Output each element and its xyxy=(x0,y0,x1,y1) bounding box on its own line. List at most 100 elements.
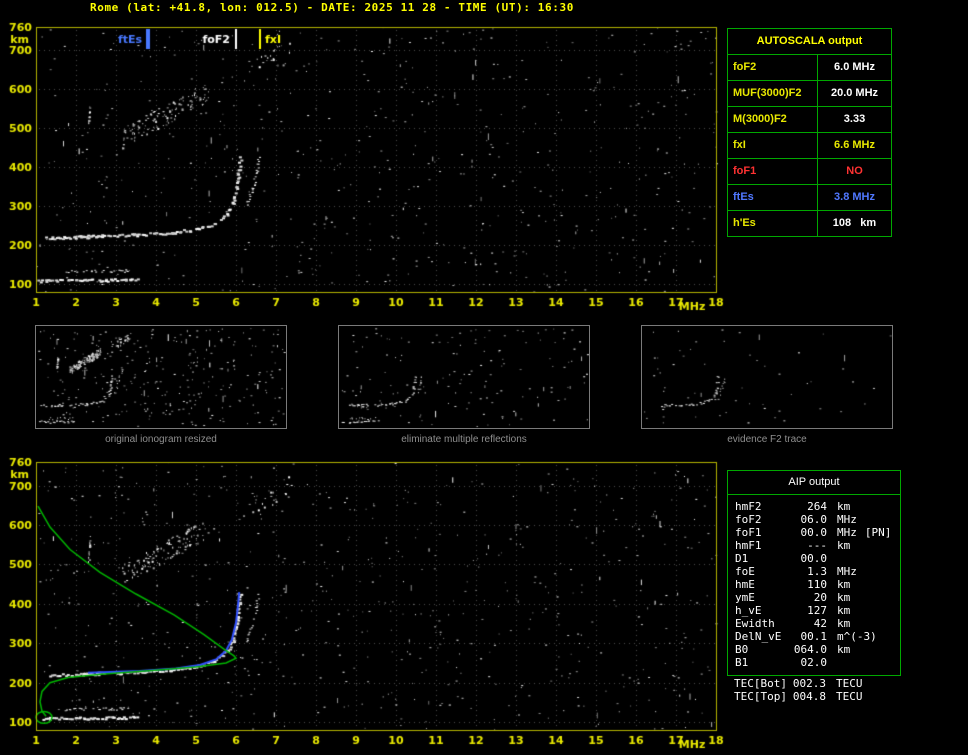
aip-row-unit: km xyxy=(837,500,851,513)
autoscala-row: foF2 6.0 MHz xyxy=(728,55,891,81)
aip-row: foE 1.3 MHz xyxy=(728,565,900,578)
aip-row: h_vE 127 km xyxy=(728,604,900,617)
autoscala-row-value: 3.33 xyxy=(843,113,866,125)
aip-row-name: DelN_vE xyxy=(735,630,782,643)
aip-row-value: 1.3 xyxy=(807,565,827,578)
aip-row: ymE 20 km xyxy=(728,591,900,604)
autoscala-row-label: ftEs xyxy=(728,185,818,210)
autoscala-row-value: 6.6 MHz xyxy=(834,139,875,151)
autoscala-row-label: h'Es xyxy=(728,211,818,236)
aip-row-unit: km xyxy=(837,617,851,630)
aip-row: hmE 110 km xyxy=(728,578,900,591)
aip-row-name: Ewidth xyxy=(735,617,775,630)
aip-row-value: 06.0 xyxy=(800,513,828,526)
tec-row-name: TEC[Top] xyxy=(734,690,787,703)
autoscala-output-panel: AUTOSCALA output foF2 6.0 MHz MUF(3000)F… xyxy=(727,28,892,237)
aip-row: foF1 00.0 MHz [PN] xyxy=(728,526,900,539)
aip-row-value: 02.0 xyxy=(800,656,828,669)
autoscala-screen: Rome (lat: +41.8, lon: 012.5) - DATE: 20… xyxy=(0,0,968,755)
tec-row-unit: TECU xyxy=(836,690,863,703)
autoscala-rows: foF2 6.0 MHz MUF(3000)F2 20.0 MHz M(3000… xyxy=(728,55,891,236)
aip-row-name: h_vE xyxy=(735,604,762,617)
aip-row: Ewidth 42 km xyxy=(728,617,900,630)
aip-row-value: 00.0 xyxy=(800,552,828,565)
aip-row: B1 02.0 xyxy=(728,656,900,669)
aip-row-extra xyxy=(837,656,845,669)
autoscala-row: ftEs 3.8 MHz xyxy=(728,185,891,211)
autoscala-output-title: AUTOSCALA output xyxy=(728,29,891,55)
aip-row-name: hmF1 xyxy=(735,539,762,552)
aip-row-extra xyxy=(857,565,865,578)
aip-row-extra xyxy=(850,539,858,552)
autoscala-row-label: foF1 xyxy=(728,159,818,184)
aip-row-value: 00.1 xyxy=(800,630,828,643)
aip-output-title: AIP output xyxy=(728,471,900,495)
thumbnail-caption-evidence: evidence F2 trace xyxy=(727,434,807,445)
aip-rows: hmF2 264 km foF2 06.0 MHz foF1 00.0 MHz … xyxy=(728,495,900,675)
aip-output-panel: AIP output hmF2 264 km foF2 06.0 MHz foF… xyxy=(727,470,901,676)
aip-row-unit: MHz xyxy=(837,565,857,578)
aip-row-extra: [PN] xyxy=(864,526,892,539)
autoscala-row-value: 20.0 MHz xyxy=(830,87,879,99)
aip-row-unit: MHz xyxy=(837,526,857,539)
aip-row-value: 264 xyxy=(807,500,827,513)
aip-row-extra xyxy=(850,591,858,604)
aip-row-name: B1 xyxy=(735,656,749,669)
aip-row-extra xyxy=(857,513,865,526)
autoscala-row: foF1 NO xyxy=(728,159,891,185)
thumbnail-evidence-f2-trace-canvas xyxy=(641,325,893,429)
aip-row: B0 064.0 km xyxy=(728,643,900,656)
aip-row-unit xyxy=(827,552,837,565)
autoscala-row: M(3000)F2 3.33 xyxy=(728,107,891,133)
autoscala-row: MUF(3000)F2 20.0 MHz xyxy=(728,81,891,107)
aip-row-name: foE xyxy=(735,565,755,578)
thumbnail-caption-original: original ionogram resized xyxy=(105,434,217,445)
autoscala-row: h'Es 108 km xyxy=(728,211,891,236)
aip-row: D1 00.0 xyxy=(728,552,900,565)
tec-row: TEC[Bot] 002.3 TECU xyxy=(727,677,899,690)
aip-row-extra xyxy=(850,617,858,630)
aip-row-unit: km xyxy=(837,539,851,552)
aip-row-name: hmE xyxy=(735,578,755,591)
aip-row-value: --- xyxy=(807,539,827,552)
aip-row-value: 110 xyxy=(807,578,827,591)
autoscala-row-label: M(3000)F2 xyxy=(728,107,818,132)
thumbnail-eliminate-reflections-canvas xyxy=(338,325,590,429)
autoscala-row-label: fxI xyxy=(728,133,818,158)
autoscala-row-value: NO xyxy=(846,165,863,177)
autoscala-row-label: MUF(3000)F2 xyxy=(728,81,818,106)
aip-row-extra xyxy=(850,500,858,513)
thumbnail-original-ionogram-canvas xyxy=(35,325,287,429)
aip-row-unit: km xyxy=(837,578,851,591)
autoscala-row-value: 108 km xyxy=(832,217,877,229)
tec-row-value: 002.3 xyxy=(792,677,826,690)
aip-row-name: ymE xyxy=(735,591,755,604)
aip-row-name: foF2 xyxy=(735,513,762,526)
aip-row-value: 064.0 xyxy=(793,643,827,656)
aip-row-unit: MHz xyxy=(837,513,857,526)
aip-row-name: B0 xyxy=(735,643,749,656)
aip-row-unit: km xyxy=(837,643,851,656)
aip-row-extra xyxy=(837,552,845,565)
aip-row: hmF2 264 km xyxy=(728,500,900,513)
aip-row: foF2 06.0 MHz xyxy=(728,513,900,526)
aip-row-unit: km xyxy=(837,604,851,617)
autoscala-row-value: 3.8 MHz xyxy=(834,191,875,203)
aip-row-name: hmF2 xyxy=(735,500,762,513)
aip-row-extra xyxy=(850,643,858,656)
aip-row-unit xyxy=(827,656,837,669)
autoscala-row-value: 6.0 MHz xyxy=(834,61,875,73)
aip-row-value: 00.0 xyxy=(800,526,828,539)
autoscala-row-label: foF2 xyxy=(728,55,818,80)
tec-output: TEC[Bot] 002.3 TECU TEC[Top] 004.8 TECU xyxy=(727,677,899,703)
autoscala-row: fxI 6.6 MHz xyxy=(728,133,891,159)
aip-row-unit: m^(-3) xyxy=(837,630,877,643)
profile-ionogram-canvas xyxy=(0,452,728,755)
tec-row-name: TEC[Bot] xyxy=(734,677,787,690)
tec-row: TEC[Top] 004.8 TECU xyxy=(727,690,899,703)
aip-row: hmF1 --- km xyxy=(728,539,900,552)
aip-row-value: 127 xyxy=(807,604,827,617)
thumbnail-caption-eliminate: eliminate multiple reflections xyxy=(401,434,527,445)
aip-row-extra xyxy=(850,578,858,591)
aip-row-extra xyxy=(877,630,885,643)
